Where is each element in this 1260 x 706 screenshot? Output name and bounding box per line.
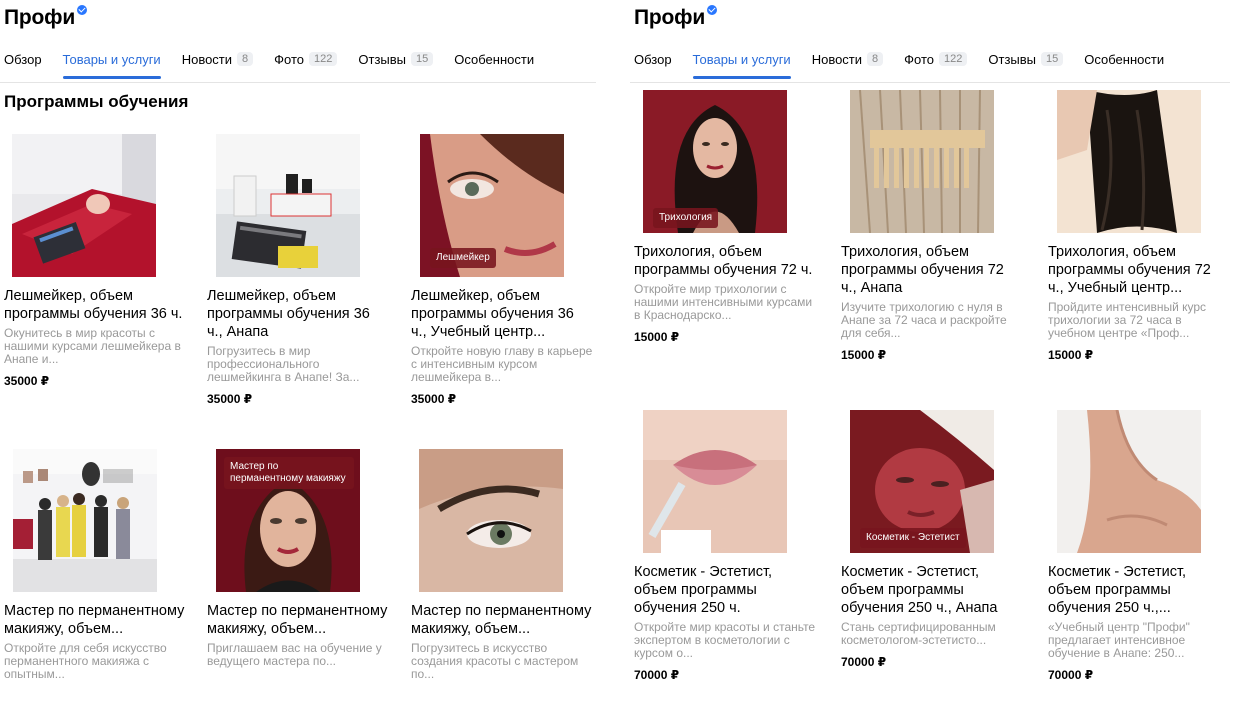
tab-products-services[interactable]: Товары и услуги (692, 48, 791, 79)
product-description: Стань сертифицированным косметологом-эст… (841, 620, 996, 647)
product-card[interactable]: Мастер по перманентному макияжу Мастер п… (207, 449, 389, 668)
product-title[interactable]: Лешмейкер, объем программы обучения 36 ч… (207, 287, 389, 341)
product-price: 70000 ₽ (841, 655, 887, 669)
product-card[interactable]: Лешмейкер Лешмейкер, объем программы обу… (411, 134, 593, 406)
product-title[interactable]: Косметик - Эстетист, объем программы обу… (841, 563, 1023, 617)
product-title[interactable]: Мастер по перманентному макияжу, объем..… (207, 602, 389, 638)
product-price: 15000 ₽ (634, 330, 680, 344)
product-price: 35000 ₽ (4, 374, 50, 388)
product-description: Окунитесь в мир красоты с нашими курсами… (4, 326, 181, 366)
divider (630, 82, 1230, 83)
tab-reviews[interactable]: Отзывы 15 (358, 48, 434, 70)
product-title[interactable]: Мастер по перманентному макияжу, объем..… (4, 602, 186, 638)
product-image[interactable] (13, 449, 157, 592)
product-image[interactable] (216, 134, 360, 277)
tab-count-badge: 8 (867, 52, 884, 66)
product-title[interactable]: Косметик - Эстетист, объем программы обу… (1048, 563, 1230, 617)
product-card[interactable]: Косметик - Эстетист Косметик - Эстетист,… (841, 410, 1023, 669)
product-title[interactable]: Трихология, объем программы обучения 72 … (1048, 243, 1230, 297)
tab-features[interactable]: Особенности (454, 48, 534, 70)
page-title: Профи (4, 5, 88, 30)
product-title[interactable]: Трихология, объем программы обучения 72 … (841, 243, 1023, 297)
image-tag: Косметик - Эстетист (860, 528, 966, 548)
product-image[interactable] (850, 90, 994, 233)
tab-news[interactable]: Новости 8 (812, 48, 884, 70)
verified-icon (77, 5, 88, 15)
product-title[interactable]: Мастер по перманентному макияжу, объем..… (411, 602, 593, 638)
verified-icon (707, 5, 718, 15)
tab-overview[interactable]: Обзор (4, 48, 42, 70)
tab-photos[interactable]: Фото 122 (274, 48, 338, 70)
tab-count-badge: 122 (939, 52, 968, 66)
product-image[interactable]: Косметик - Эстетист (850, 410, 994, 553)
tab-products-services[interactable]: Товары и услуги (62, 48, 161, 79)
product-description: Пройдите интенсивный курс трихологии за … (1048, 300, 1207, 340)
product-image[interactable] (419, 449, 563, 592)
product-description: Откройте для себя искусство перманентног… (4, 641, 167, 681)
product-card[interactable]: Косметик - Эстетист, объем программы обу… (1048, 410, 1230, 682)
right-panel: Профи Обзор Товары и услуги Новости 8 Фот… (630, 0, 1230, 706)
product-image[interactable]: Трихология (643, 90, 787, 233)
tab-count-badge: 8 (237, 52, 254, 66)
product-description: Откройте мир трихологии с нашими интенси… (634, 282, 813, 322)
page-title: Профи (634, 5, 718, 30)
product-description: Откройте мир красоты и станьте экспертом… (634, 620, 816, 660)
section-title: Программы обучения (4, 92, 189, 111)
product-card[interactable]: Мастер по перманентному макияжу, объем..… (411, 449, 593, 681)
image-tag: Лешмейкер (430, 248, 496, 268)
product-title[interactable]: Лешмейкер, объем программы обучения 36 ч… (4, 287, 186, 323)
product-card[interactable]: Трихология, объем программы обучения 72 … (841, 90, 1023, 362)
tabs: Обзор Товары и услуги Новости 8 Фото 122 О… (634, 48, 1185, 79)
product-price: 35000 ₽ (207, 392, 253, 406)
product-price: 70000 ₽ (1048, 668, 1094, 682)
product-description: Откройте новую главу в карьере с интенси… (411, 344, 593, 384)
tab-overview[interactable]: Обзор (634, 48, 672, 70)
product-price: 70000 ₽ (634, 668, 680, 682)
tabs: Обзор Товары и услуги Новости 8 Фото 122 О… (4, 48, 555, 79)
product-card[interactable]: Лешмейкер, объем программы обучения 36 ч… (207, 134, 389, 406)
left-panel: Профи Обзор Товары и услуги Новости 8 Фот… (0, 0, 596, 706)
tab-count-badge: 122 (309, 52, 338, 66)
product-price: 35000 ₽ (411, 392, 457, 406)
product-image[interactable] (1057, 410, 1201, 553)
product-card[interactable]: Трихология Трихология, объем программы о… (634, 90, 816, 344)
product-image[interactable] (643, 410, 787, 553)
product-description: Изучите трихологию с нуля в Анапе за 72 … (841, 300, 1007, 340)
product-description: «Учебный центр "Профи" предлагает интенс… (1048, 620, 1190, 660)
product-description: Погрузитесь в мир профессионального лешм… (207, 344, 360, 384)
tab-photos[interactable]: Фото 122 (904, 48, 968, 70)
product-title[interactable]: Лешмейкер, объем программы обучения 36 ч… (411, 287, 593, 341)
product-card[interactable]: Трихология, объем программы обучения 72 … (1048, 90, 1230, 362)
tab-reviews[interactable]: Отзывы 15 (988, 48, 1064, 70)
product-image[interactable] (12, 134, 156, 277)
tab-news[interactable]: Новости 8 (182, 48, 254, 70)
product-description: Погрузитесь в искусство создания красоты… (411, 641, 579, 681)
product-image[interactable]: Лешмейкер (420, 134, 564, 277)
product-description: Приглашаем вас на обучение у ведущего ма… (207, 641, 382, 668)
product-price: 15000 ₽ (841, 348, 887, 362)
tab-features[interactable]: Особенности (1084, 48, 1164, 70)
product-image[interactable]: Мастер по перманентному макияжу (216, 449, 360, 592)
product-card[interactable]: Лешмейкер, объем программы обучения 36 ч… (4, 134, 186, 388)
image-tag: Трихология (653, 208, 719, 228)
product-price: 15000 ₽ (1048, 348, 1094, 362)
product-card[interactable]: Косметик - Эстетист, объем программы обу… (634, 410, 816, 682)
tab-count-badge: 15 (1041, 52, 1064, 66)
product-card[interactable]: Мастер по перманентному макияжу, объем..… (4, 449, 186, 681)
divider (0, 82, 596, 83)
product-title[interactable]: Трихология, объем программы обучения 72 … (634, 243, 816, 279)
product-title[interactable]: Косметик - Эстетист, объем программы обу… (634, 563, 816, 617)
tab-count-badge: 15 (411, 52, 434, 66)
product-image[interactable] (1057, 90, 1201, 233)
image-tag: Мастер по перманентному макияжу (224, 457, 354, 489)
